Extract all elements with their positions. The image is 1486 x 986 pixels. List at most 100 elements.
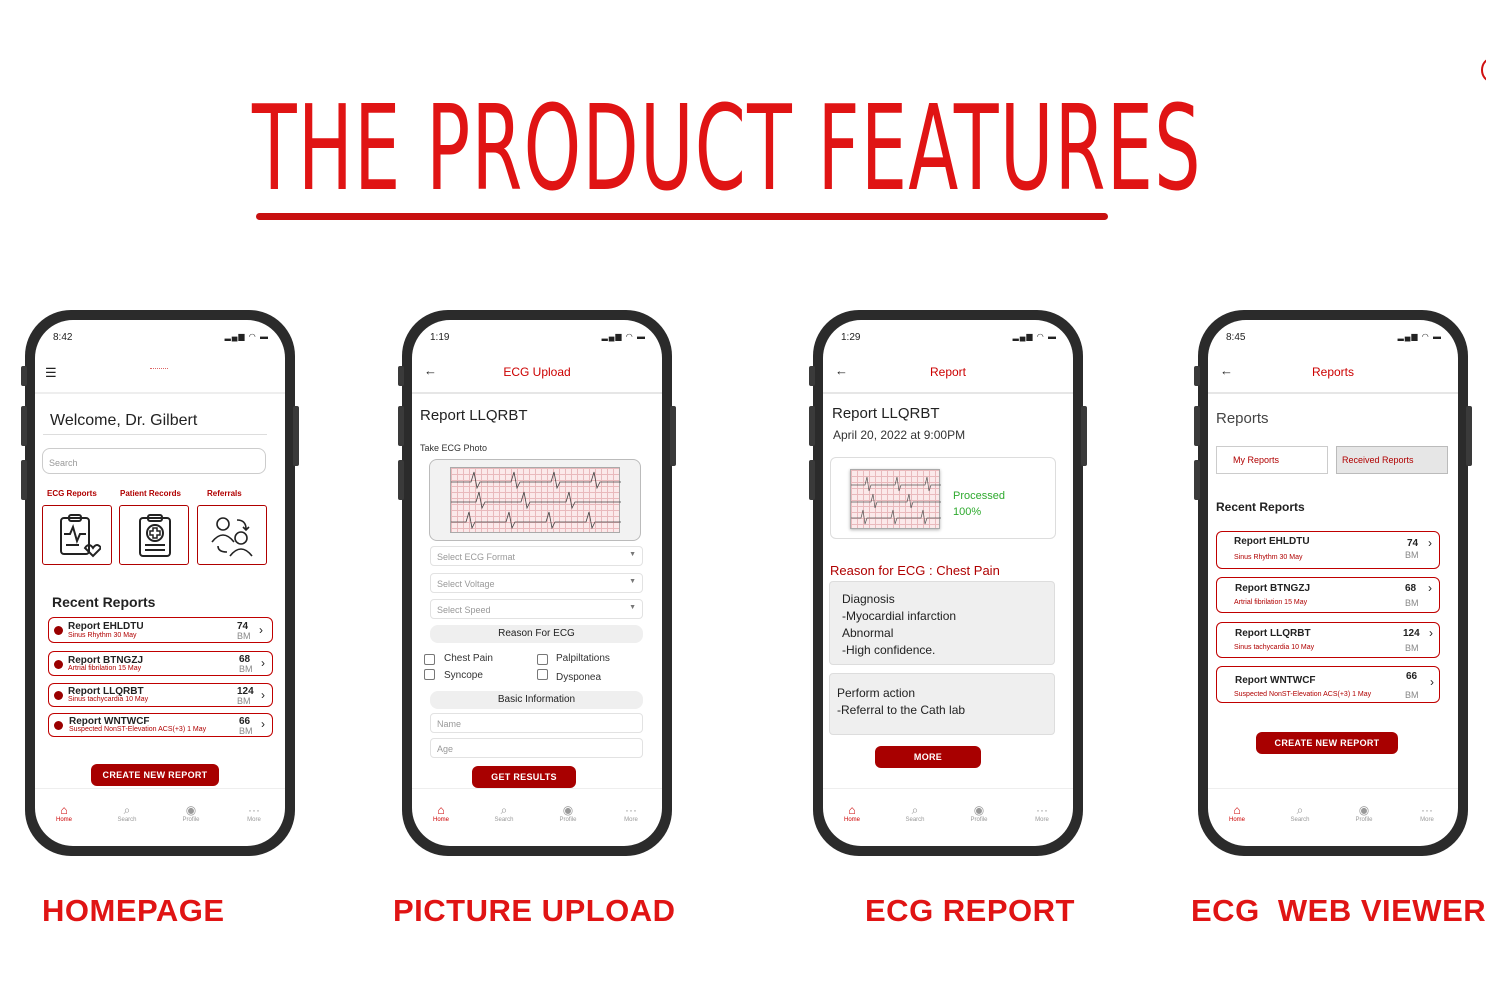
ecg-thumbnail xyxy=(850,469,941,529)
search-input[interactable]: Search xyxy=(42,448,266,474)
reason-section-header: Reason For ECG xyxy=(430,625,643,643)
report-row[interactable]: Report WNTWCF Suspected NonST-Elevation … xyxy=(1216,666,1440,703)
dropdown-caret-icon: ▼ xyxy=(629,578,636,585)
report-summary: Artrial fibrilation 15 May xyxy=(68,665,142,672)
report-datetime: April 20, 2022 at 9:00PM xyxy=(833,428,966,442)
chevron-right-icon: › xyxy=(261,717,265,731)
corner-mark xyxy=(1481,58,1486,82)
page-title: THE PRODUCT FEATURES xyxy=(252,79,1202,217)
bottom-navigation: ⌂ Home ⌕ Search ◉ Profile ··· More xyxy=(35,788,285,846)
voltage-select[interactable]: Select Voltage ▼ xyxy=(430,573,643,593)
report-summary: Sinus Rhythm 30 May xyxy=(68,632,137,639)
diagnosis-line: Abnormal xyxy=(842,626,894,640)
phone-side-button xyxy=(670,406,676,466)
ecg-photo xyxy=(450,467,621,533)
referrals-tile[interactable] xyxy=(197,505,267,565)
name-input[interactable]: Name xyxy=(430,713,643,733)
tile-label-ecg-reports: ECG Reports xyxy=(47,489,97,498)
phone-side-button xyxy=(809,406,815,446)
processing-card: Processed 100% xyxy=(830,457,1056,539)
palpitations-checkbox[interactable] xyxy=(537,654,548,665)
age-input[interactable]: Age xyxy=(430,738,643,758)
dysponea-checkbox[interactable] xyxy=(537,669,548,680)
nav-search[interactable]: ⌕ Search xyxy=(479,803,529,823)
screen-web-viewer: 8:45 ▂▄▆ ◠ ▬ ← Reports Reports My Report… xyxy=(1208,320,1458,846)
heart-rate-unit: BM xyxy=(1405,550,1419,560)
hamburger-menu-icon[interactable]: ☰ xyxy=(45,365,57,381)
action-line: -Referral to the Cath lab xyxy=(837,703,966,717)
nav-profile[interactable]: ◉ Profile xyxy=(543,803,593,823)
speed-select[interactable]: Select Speed ▼ xyxy=(430,599,643,619)
nav-home[interactable]: ⌂ Home xyxy=(39,803,89,823)
report-summary: Sinus tachycardia 10 May xyxy=(68,696,149,703)
phone-side-button xyxy=(1466,406,1472,466)
medical-record-icon xyxy=(139,514,171,557)
nav-more[interactable]: ··· More xyxy=(1402,803,1452,823)
tile-label-patient-records: Patient Records xyxy=(120,489,181,498)
signal-wifi-battery-icon: ▂▄▆ ◠ ▬ xyxy=(224,332,269,341)
nav-home[interactable]: ⌂ Home xyxy=(416,803,466,823)
recent-reports-heading: Recent Reports xyxy=(1216,500,1305,514)
report-row[interactable]: Report LLQRBT Sinus tachycardia 10 May 1… xyxy=(48,683,273,707)
nav-profile[interactable]: ◉ Profile xyxy=(1339,803,1389,823)
nav-more[interactable]: ··· More xyxy=(229,803,279,823)
phone-homepage: 8:42 ▂▄▆ ◠ ▬ ☰ Welcome, Dr. Gilbert Sear… xyxy=(21,310,299,856)
ecg-photo-frame[interactable] xyxy=(429,459,641,541)
create-new-report-button[interactable]: CREATE NEW REPORT xyxy=(1256,732,1398,754)
report-row[interactable]: Report EHLDTU Sinus Rhythm 30 May 74 BM … xyxy=(48,617,273,643)
take-photo-label: Take ECG Photo xyxy=(420,443,488,453)
nav-home[interactable]: ⌂ Home xyxy=(1212,803,1262,823)
caption-ecg-web-viewer: ECG WEB VIEWER xyxy=(1191,893,1486,928)
basic-info-section-header: Basic Information xyxy=(430,691,643,709)
search-icon: ⌕ xyxy=(123,803,131,817)
ecg-format-select[interactable]: Select ECG Format ▼ xyxy=(430,546,643,566)
nav-more[interactable]: ··· More xyxy=(606,803,656,823)
more-icon: ··· xyxy=(625,803,637,817)
nav-profile[interactable]: ◉ Profile xyxy=(954,803,1004,823)
report-summary: Sinus tachycardia 10 May xyxy=(1234,644,1315,651)
phone-side-button xyxy=(809,460,815,500)
report-name: Report EHLDTU xyxy=(1234,536,1310,547)
chevron-right-icon: › xyxy=(1429,626,1433,640)
ecg-waveform xyxy=(451,471,621,530)
referral-people-icon xyxy=(211,517,253,557)
screen-ecg-report: 1:29 ▂▄▆ ◠ ▬ ← Report Report LLQRBT Apri… xyxy=(823,320,1073,846)
report-row[interactable]: Report WNTWCF Suspected NonST-Elevation … xyxy=(48,713,273,737)
recent-reports-heading: Recent Reports xyxy=(52,594,156,610)
nav-search[interactable]: ⌕ Search xyxy=(1275,803,1325,823)
chevron-right-icon: › xyxy=(261,688,265,702)
nav-search[interactable]: ⌕ Search xyxy=(890,803,940,823)
appbar-title: Reports xyxy=(1311,365,1355,379)
status-dot xyxy=(54,660,63,669)
patient-records-tile[interactable] xyxy=(119,505,189,565)
syncope-checkbox[interactable] xyxy=(424,669,435,680)
phone-side-button xyxy=(809,366,815,386)
tab-my-reports[interactable]: My Reports xyxy=(1216,446,1328,474)
heart-rate-value: 68 xyxy=(1405,583,1417,594)
nav-home[interactable]: ⌂ Home xyxy=(827,803,877,823)
status-dot xyxy=(54,691,63,700)
get-results-button[interactable]: GET RESULTS xyxy=(472,766,576,788)
ecg-reports-tile[interactable] xyxy=(42,505,112,565)
profile-icon: ◉ xyxy=(562,803,574,817)
phone-side-button xyxy=(398,366,404,386)
report-row[interactable]: Report EHLDTU Sinus Rhythm 30 May 74 BM … xyxy=(1216,531,1440,569)
heart-rate-unit: BM xyxy=(1405,690,1419,700)
report-name: Report EHLDTU xyxy=(68,621,144,632)
create-new-report-button[interactable]: CREATE NEW REPORT xyxy=(91,764,219,786)
report-row[interactable]: Report LLQRBT Sinus tachycardia 10 May 1… xyxy=(1216,622,1440,658)
nav-more[interactable]: ··· More xyxy=(1017,803,1067,823)
tab-received-reports[interactable]: Received Reports xyxy=(1336,446,1448,474)
report-row[interactable]: Report BTNGZJ Artrial fibrilation 15 May… xyxy=(48,651,273,676)
report-row[interactable]: Report BTNGZJ Artrial fibrilation 15 May… xyxy=(1216,577,1440,613)
chevron-right-icon: › xyxy=(259,623,263,637)
heart-rate-value: 124 xyxy=(1403,628,1420,639)
more-button[interactable]: MORE xyxy=(875,746,981,768)
appbar-title: ECG Upload xyxy=(503,365,571,379)
more-icon: ··· xyxy=(1036,803,1048,817)
chest-pain-checkbox[interactable] xyxy=(424,654,435,665)
profile-icon: ◉ xyxy=(973,803,985,817)
nav-search[interactable]: ⌕ Search xyxy=(102,803,152,823)
nav-profile[interactable]: ◉ Profile xyxy=(166,803,216,823)
report-summary: Suspected NonST-Elevation ACS(+3) 1 May xyxy=(69,726,207,733)
